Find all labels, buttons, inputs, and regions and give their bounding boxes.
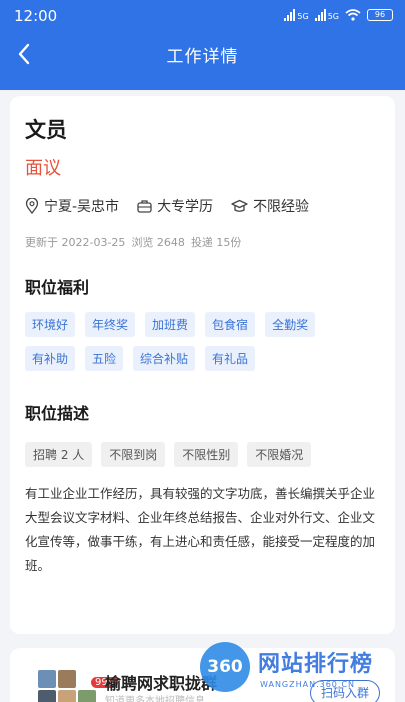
benefit-tag: 年终奖 <box>85 312 136 337</box>
briefcase-icon <box>137 200 152 213</box>
avatar <box>58 670 76 688</box>
page-title: 工作详情 <box>166 47 239 67</box>
experience-text: 不限经验 <box>253 199 310 215</box>
job-meta: 宁夏-吴忠市 大专学历 不限经验 <box>25 196 327 216</box>
avatar <box>38 690 56 702</box>
watermark-url: WANGZHAN.360.CN <box>260 680 356 689</box>
status-time: 12:00 <box>14 7 58 25</box>
benefits-title: 职位福利 <box>25 278 90 297</box>
update-date: 更新于 2022-03-25 <box>25 236 126 249</box>
avatar <box>58 690 76 702</box>
avatar <box>38 670 56 688</box>
battery-icon: 96 <box>367 9 393 21</box>
benefit-tag: 全勤奖 <box>265 312 316 337</box>
location-pin-icon <box>25 198 39 214</box>
benefit-tag: 五险 <box>85 346 124 371</box>
signal-icon: 5G <box>284 9 309 21</box>
education-item: 大专学历 <box>137 196 213 216</box>
nav-bar: 工作详情 <box>0 34 405 74</box>
job-detail-card: 文员 面议 宁夏-吴忠市 大专学历 不限经验 更新于 2022-03-25 浏览 … <box>10 96 395 634</box>
benefit-tag: 有礼品 <box>205 346 256 371</box>
graduation-cap-icon <box>231 199 248 212</box>
avatar <box>78 690 96 702</box>
view-count: 浏览 2648 <box>131 236 185 249</box>
benefit-tag: 有补助 <box>25 346 76 371</box>
requirement-tag: 不限性别 <box>174 442 239 467</box>
update-info: 更新于 2022-03-25 浏览 2648 投递 15份 <box>25 234 247 250</box>
watermark: 360 网站排行榜 WANGZHAN.360.CN <box>200 636 405 702</box>
application-count: 投递 15份 <box>190 236 242 249</box>
benefit-tag: 综合补贴 <box>133 346 196 371</box>
requirement-tag: 招聘 2 人 <box>25 442 93 467</box>
requirement-tags: 招聘 2 人 不限到岗 不限性别 不限婚况 <box>25 442 385 467</box>
requirement-tag: 不限婚况 <box>247 442 312 467</box>
benefit-tag: 环境好 <box>25 312 76 337</box>
location-item: 宁夏-吴忠市 <box>25 196 119 216</box>
education-text: 大专学历 <box>157 199 214 215</box>
benefit-tags: 环境好 年终奖 加班费 包食宿 全勤奖 有补助 五险 综合补贴 有礼品 <box>25 312 385 380</box>
benefit-tag: 加班费 <box>145 312 196 337</box>
job-title: 文员 <box>25 118 67 142</box>
watermark-logo: 360 <box>200 642 250 692</box>
banner-subtitle: 知道更多本地招聘信息 <box>105 696 205 702</box>
benefit-tag: 包食宿 <box>205 312 256 337</box>
signal-icon-2: 5G <box>314 9 339 21</box>
location-text: 宁夏-吴忠市 <box>44 199 120 215</box>
watermark-name: 网站排行榜 <box>258 652 374 677</box>
status-icons: 5G 5G 96 <box>284 9 393 21</box>
salary: 面议 <box>25 158 61 179</box>
experience-item: 不限经验 <box>231 196 309 216</box>
wifi-icon <box>345 9 361 21</box>
job-description: 有工业企业工作经历，具有较强的文字功底，善长编撰关乎企业大型会议文字材料、企业年… <box>25 486 376 573</box>
group-avatars: 999 <box>38 664 120 702</box>
header-bar: 12:00 5G 5G 96 工作详情 <box>0 0 405 90</box>
description-title: 职位描述 <box>25 404 90 423</box>
requirement-tag: 不限到岗 <box>101 442 166 467</box>
status-bar: 12:00 5G 5G 96 <box>0 0 405 34</box>
